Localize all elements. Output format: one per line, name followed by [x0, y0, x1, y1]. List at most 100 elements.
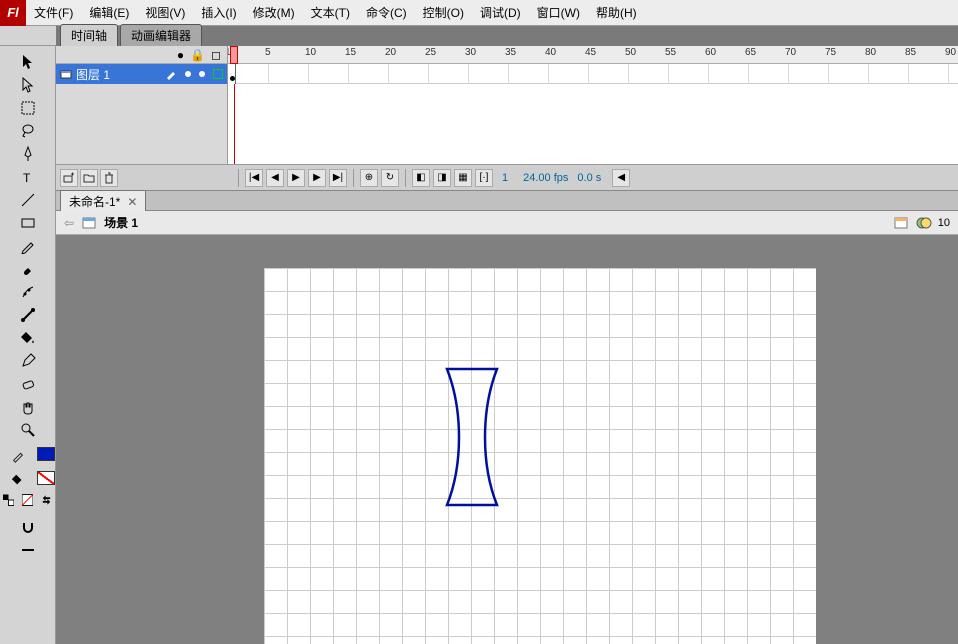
visibility-dot[interactable] — [185, 71, 191, 77]
stage[interactable]: 得到凹透镜效果 — [56, 235, 958, 644]
frame-ruler[interactable]: 151015202530354045505560657075808590 — [228, 46, 958, 64]
menu-window[interactable]: 窗口(W) — [529, 0, 588, 26]
last-frame-button[interactable]: ▶| — [329, 169, 347, 187]
concave-lens-shape[interactable] — [439, 365, 509, 510]
lock-header-icon[interactable]: 🔒 — [190, 48, 205, 62]
scene-icon — [82, 216, 96, 230]
document-tab[interactable]: 未命名-1* ✕ — [60, 190, 146, 212]
layer-name: 图层 1 — [76, 66, 110, 83]
edit-multi-button[interactable]: ▦ — [454, 169, 472, 187]
fps-display: 24.00 fps — [517, 172, 574, 184]
pencil-tool[interactable] — [16, 235, 40, 257]
text-tool[interactable]: T — [16, 166, 40, 188]
menu-help[interactable]: 帮助(H) — [588, 0, 645, 26]
scroll-left-button[interactable]: ◀ — [612, 169, 630, 187]
elapsed-display: 0.0 s — [577, 172, 601, 184]
play-button[interactable]: ▶ — [287, 169, 305, 187]
back-arrow-icon[interactable]: ⇦ — [64, 216, 74, 230]
ruler-number: 70 — [785, 47, 796, 58]
onion-markers-button[interactable]: [·] — [475, 169, 493, 187]
option-tool[interactable] — [16, 539, 40, 561]
hand-tool[interactable] — [16, 396, 40, 418]
close-tab-icon[interactable]: ✕ — [127, 195, 137, 209]
timeline-controls: |◀ ◀ ▶ ▶ ▶| ⊕ ↻ ◧ ◨ ▦ [·] 1 24.00 fps 0.… — [56, 164, 958, 190]
grid-overlay — [264, 268, 816, 644]
center-frame-button[interactable]: ⊕ — [360, 169, 378, 187]
timeline-panel: 时间轴 动画编辑器 ● 🔒 ◻ 图层 1 1510152025303540 — [56, 26, 958, 191]
pen-tool[interactable] — [16, 143, 40, 165]
black-white-button[interactable] — [2, 493, 15, 506]
swap-colors-button[interactable] — [40, 493, 53, 506]
menu-insert[interactable]: 插入(I) — [193, 0, 244, 26]
layer-header: ● 🔒 ◻ — [56, 46, 227, 64]
menu-modify[interactable]: 修改(M) — [245, 0, 303, 26]
lock-dot[interactable] — [199, 71, 205, 77]
ruler-number: 25 — [425, 47, 436, 58]
outline-header-icon[interactable]: ◻ — [211, 48, 221, 62]
ruler-number: 15 — [345, 47, 356, 58]
menu-edit[interactable]: 编辑(E) — [81, 0, 137, 26]
menu-debug[interactable]: 调试(D) — [472, 0, 529, 26]
ruler-number: 45 — [585, 47, 596, 58]
layer-icon — [60, 68, 72, 80]
timeline-tab[interactable]: 时间轴 — [60, 24, 118, 46]
bone-tool[interactable] — [16, 304, 40, 326]
layer-row[interactable]: 图层 1 — [56, 64, 227, 84]
prev-frame-button[interactable]: ◀ — [266, 169, 284, 187]
ruler-number: 30 — [465, 47, 476, 58]
ruler-number: 90 — [945, 47, 956, 58]
loop-button[interactable]: ↻ — [381, 169, 399, 187]
eraser-tool[interactable] — [16, 373, 40, 395]
ruler-number: 65 — [745, 47, 756, 58]
ruler-number: 60 — [705, 47, 716, 58]
ruler-number: 35 — [505, 47, 516, 58]
onion-outline-button[interactable]: ◨ — [433, 169, 451, 187]
first-frame-button[interactable]: |◀ — [245, 169, 263, 187]
canvas[interactable] — [264, 268, 816, 644]
symbol-icon[interactable] — [916, 216, 932, 230]
scene-bar: ⇦ 场景 1 10 — [56, 211, 958, 235]
menu-file[interactable]: 文件(F) — [26, 0, 81, 26]
current-frame-display: 1 — [496, 172, 514, 184]
fill-color-swatch[interactable] — [37, 471, 55, 485]
rectangle-tool[interactable] — [16, 212, 40, 234]
new-layer-button[interactable] — [60, 169, 78, 187]
ruler-number: 40 — [545, 47, 556, 58]
delete-layer-button[interactable] — [100, 169, 118, 187]
keyframe-1[interactable] — [228, 64, 236, 84]
ruler-number: 50 — [625, 47, 636, 58]
onion-skin-button[interactable]: ◧ — [412, 169, 430, 187]
zoom-value[interactable]: 10 — [938, 217, 950, 229]
edit-scene-icon[interactable] — [894, 216, 910, 230]
stroke-color-swatch[interactable] — [37, 447, 55, 461]
outline-toggle[interactable] — [213, 69, 223, 79]
playhead[interactable] — [230, 46, 238, 64]
paint-bucket-tool[interactable] — [16, 327, 40, 349]
no-color-button[interactable] — [21, 493, 34, 506]
next-frame-button[interactable]: ▶ — [308, 169, 326, 187]
zoom-tool[interactable] — [16, 419, 40, 441]
document-tabs: 未命名-1* ✕ — [56, 191, 958, 211]
free-transform-tool[interactable] — [16, 97, 40, 119]
menu-control[interactable]: 控制(O) — [415, 0, 472, 26]
menu-text[interactable]: 文本(T) — [303, 0, 358, 26]
brush-tool[interactable] — [16, 258, 40, 280]
line-tool[interactable] — [16, 189, 40, 211]
subselection-tool[interactable] — [16, 74, 40, 96]
ruler-number: 20 — [385, 47, 396, 58]
selection-tool[interactable] — [16, 51, 40, 73]
stroke-color-icon — [10, 448, 26, 464]
frame-strip[interactable] — [228, 64, 958, 84]
ruler-number: 85 — [905, 47, 916, 58]
visibility-header-icon[interactable]: ● — [177, 48, 184, 62]
motion-editor-tab[interactable]: 动画编辑器 — [120, 24, 202, 46]
menu-view[interactable]: 视图(V) — [137, 0, 193, 26]
frames-area[interactable]: 151015202530354045505560657075808590 — [228, 46, 958, 164]
new-folder-button[interactable] — [80, 169, 98, 187]
menu-commands[interactable]: 命令(C) — [358, 0, 415, 26]
snap-option[interactable] — [16, 516, 40, 538]
lasso-tool[interactable] — [16, 120, 40, 142]
layer-column: ● 🔒 ◻ 图层 1 — [56, 46, 228, 164]
eyedropper-tool[interactable] — [16, 350, 40, 372]
deco-tool[interactable] — [16, 281, 40, 303]
